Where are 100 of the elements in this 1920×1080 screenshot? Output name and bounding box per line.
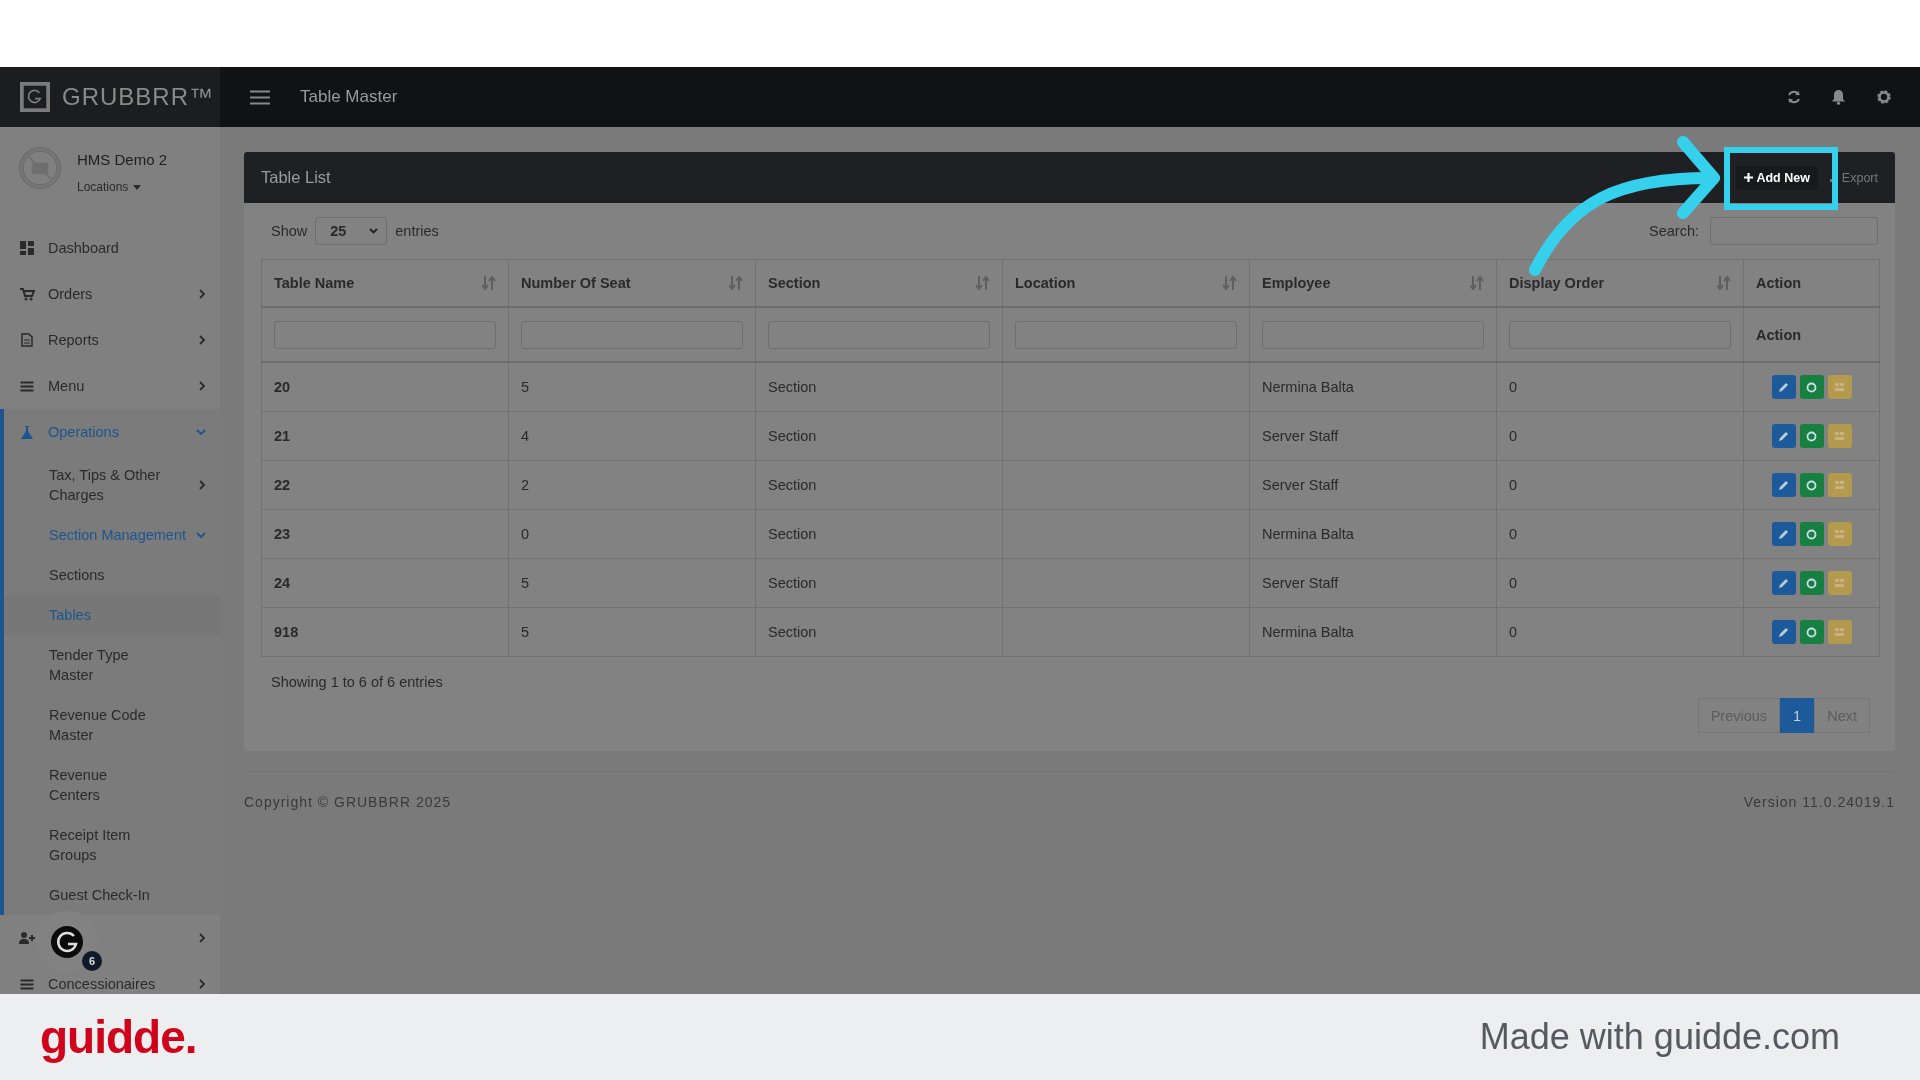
dashboard-icon <box>19 241 35 255</box>
table-cell: 5 <box>521 624 530 640</box>
status-button[interactable] <box>1799 522 1824 546</box>
edit-button[interactable] <box>1771 571 1796 595</box>
table-cell: Section <box>768 379 817 395</box>
sort-icon[interactable] <box>729 276 743 290</box>
table-cell: 0 <box>521 526 530 542</box>
column-label: Action <box>1743 307 1880 362</box>
table-cell: 2 <box>521 477 530 493</box>
qr-code-icon <box>1834 480 1845 490</box>
table-cell: 0 <box>1509 379 1518 395</box>
locations-dropdown[interactable]: Locations <box>77 180 142 194</box>
panel-title: Table List <box>261 168 332 187</box>
edit-button[interactable] <box>1771 375 1796 399</box>
sort-icon[interactable] <box>1223 276 1237 290</box>
column-header[interactable]: Employee <box>1249 259 1497 307</box>
menu-icon <box>19 978 35 990</box>
status-button[interactable] <box>1799 473 1824 497</box>
g-logo-icon <box>50 925 84 959</box>
table-cell: 24 <box>274 575 291 591</box>
column-header[interactable]: Location <box>1002 259 1250 307</box>
account-name: HMS Demo 2 <box>77 151 168 168</box>
refresh-icon[interactable] <box>1787 90 1801 104</box>
chevron-down-icon <box>196 428 206 436</box>
chevron-right-icon <box>199 335 206 345</box>
add-new-button[interactable]: Add New <box>1736 165 1818 190</box>
sort-icon[interactable] <box>976 276 990 290</box>
column-header[interactable]: Table Name <box>261 259 509 307</box>
pencil-icon <box>1778 577 1789 589</box>
edit-button[interactable] <box>1771 424 1796 448</box>
sidebar-subitem[interactable]: Receipt Item Groups <box>4 815 220 875</box>
flask-icon <box>19 425 35 439</box>
status-button[interactable] <box>1799 424 1824 448</box>
column-header[interactable]: Display Order <box>1496 259 1744 307</box>
qr-code-button[interactable] <box>1827 522 1852 546</box>
edit-button[interactable] <box>1771 473 1796 497</box>
column-header[interactable]: Number Of Seat <box>508 259 756 307</box>
qr-code-button[interactable] <box>1827 620 1852 644</box>
notification-bell-icon[interactable] <box>1831 89 1846 105</box>
sort-icon[interactable] <box>1470 276 1484 290</box>
table-cell: 4 <box>521 428 530 444</box>
column-header: Action <box>1743 259 1880 307</box>
table-cell: Section <box>768 575 817 591</box>
chevron-down-icon <box>369 228 379 234</box>
sidebar-item[interactable]: Menu <box>0 363 220 409</box>
status-button[interactable] <box>1799 375 1824 399</box>
table-cell: Server Staff <box>1262 477 1339 493</box>
qr-code-icon <box>1834 627 1845 637</box>
user-add-icon <box>19 932 35 944</box>
sidebar-subitem[interactable]: Tender Type Master <box>4 635 220 695</box>
sidebar-subitem[interactable]: Revenue Centers <box>4 755 220 815</box>
table-cell: 5 <box>521 379 530 395</box>
column-header[interactable]: Section <box>755 259 1003 307</box>
notification-count: 6 <box>82 951 102 971</box>
made-with-text: Made with guidde.com <box>1479 1016 1840 1058</box>
qr-code-button[interactable] <box>1827 473 1852 497</box>
status-button[interactable] <box>1799 571 1824 595</box>
entries-info: Showing 1 to 6 of 6 entries <box>270 673 444 690</box>
sort-icon[interactable] <box>482 276 496 290</box>
pencil-icon <box>1778 626 1789 638</box>
qr-code-button[interactable] <box>1827 375 1852 399</box>
pagination-button[interactable]: 1 <box>1780 698 1815 733</box>
sidebar-subitem[interactable]: Revenue Code Master <box>4 695 220 755</box>
qr-code-button[interactable] <box>1827 571 1852 595</box>
chevron-right-icon <box>199 480 206 490</box>
table-cell: Server Staff <box>1262 575 1339 591</box>
circle-icon <box>1806 528 1817 540</box>
edit-button[interactable] <box>1771 620 1796 644</box>
guidde-logo: guidde. <box>40 1010 197 1064</box>
document-icon <box>19 333 35 347</box>
sidebar-subitem[interactable]: Tax, Tips & Other Charges <box>4 455 220 515</box>
table-cell: 20 <box>274 379 291 395</box>
circle-icon <box>1806 381 1817 393</box>
table-cell: 0 <box>1509 477 1518 493</box>
table-cell: Section <box>768 526 817 542</box>
sidebar-item[interactable]: Dashboard <box>0 225 220 271</box>
table-cell: 22 <box>274 477 291 493</box>
table-cell: 918 <box>274 624 299 640</box>
show-label: Show <box>271 223 308 239</box>
table-cell: 5 <box>521 575 530 591</box>
pencil-icon <box>1778 528 1789 540</box>
search-label: Search: <box>1649 223 1699 239</box>
version-text: Version 11.0.24019.1 <box>1743 794 1895 810</box>
status-button[interactable] <box>1799 620 1824 644</box>
cart-icon <box>19 287 35 301</box>
circle-icon <box>1806 577 1817 589</box>
sort-icon[interactable] <box>1717 276 1731 290</box>
sidebar-item[interactable]: Reports <box>0 317 220 363</box>
brand-name: GRUBBRR™ <box>62 83 214 111</box>
page-size-select[interactable]: 25 <box>315 217 388 245</box>
sidebar-item[interactable]: Orders <box>0 271 220 317</box>
settings-icon[interactable] <box>1876 89 1892 105</box>
table-cell: 0 <box>1509 526 1518 542</box>
qr-code-button[interactable] <box>1827 424 1852 448</box>
pencil-icon <box>1778 479 1789 491</box>
edit-button[interactable] <box>1771 522 1796 546</box>
menu-icon[interactable] <box>250 89 270 105</box>
plus-icon <box>1744 173 1754 182</box>
sidebar-subitem[interactable]: Sections <box>4 555 220 595</box>
circle-icon <box>1806 626 1817 638</box>
